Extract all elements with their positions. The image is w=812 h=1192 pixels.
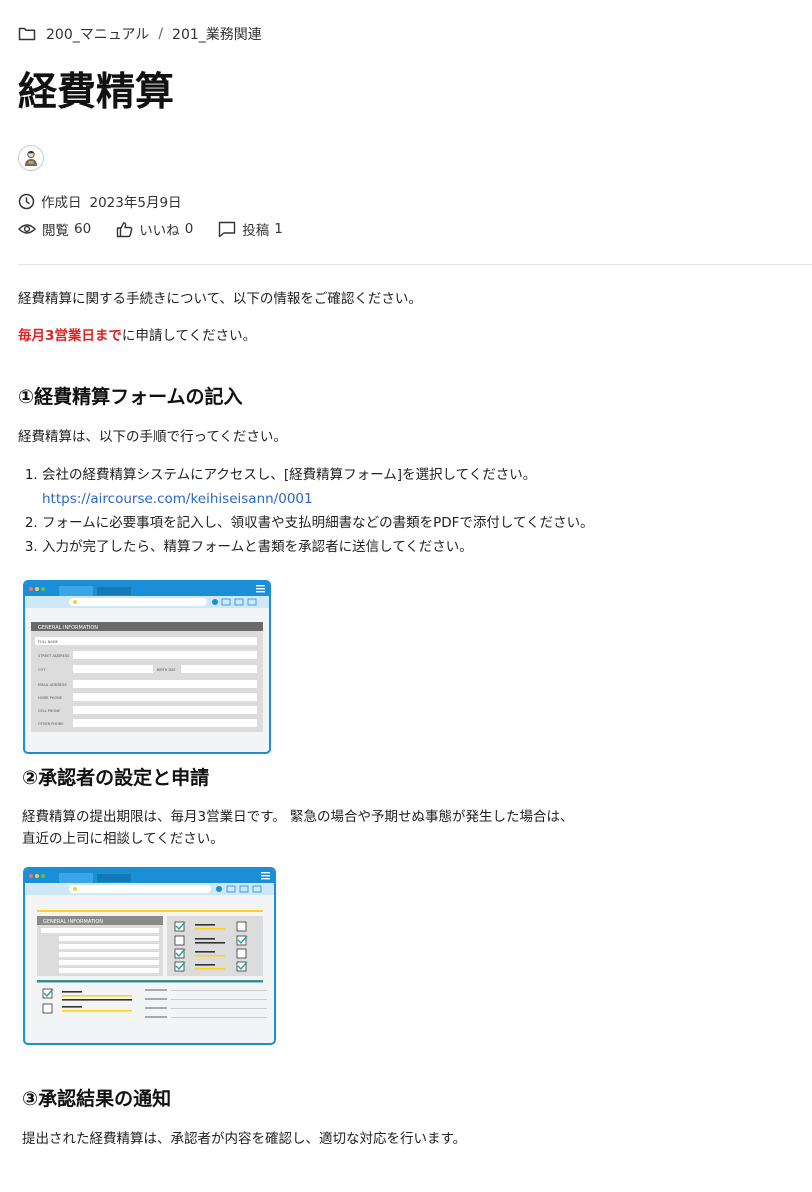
clock-icon	[18, 193, 35, 209]
form-link[interactable]: https://aircourse.com/keihiseisann/0001	[42, 491, 313, 507]
likes-count: 0	[184, 221, 194, 237]
divider	[18, 264, 812, 265]
form-field-label: HOME PHONE	[38, 696, 62, 700]
thumbs-up-icon	[116, 221, 133, 237]
like-button[interactable]: いいね 0	[116, 219, 193, 239]
browser-window-illustration: GENERAL INFORMATION	[25, 869, 274, 1018]
section2-heading: ②承認者の設定と申請	[22, 767, 210, 789]
comments-stat[interactable]: 投稿 1	[218, 219, 283, 239]
form-field-label: FULL NAME	[38, 640, 58, 644]
intro-text: 経費精算に関する手続きについて、以下の情報をご確認ください。	[18, 291, 422, 307]
section3-heading: ③承認結果の通知	[22, 1088, 172, 1110]
posts-count: 1	[274, 221, 283, 237]
views-label: 閲覧	[42, 223, 69, 239]
views-stat: 閲覧 60	[18, 219, 91, 239]
breadcrumb-item-manual[interactable]: 200_マニュアル	[46, 24, 149, 44]
step-item: 会社の経費精算システムにアクセスし、[経費精算フォーム]を選択してください。 h…	[42, 463, 802, 511]
posts-label: 投稿	[242, 223, 270, 239]
approval-screenshot-image: GENERAL INFORMATION	[23, 867, 276, 1045]
form-title: GENERAL INFORMATION	[38, 625, 98, 631]
section3-text: 提出された経費精算は、承認者が内容を確認し、適切な対応を行います。	[22, 1131, 467, 1147]
section1-lead: 経費精算は、以下の手順で行ってください。	[18, 429, 287, 445]
page-title: 経費精算	[18, 70, 175, 115]
avatar[interactable]	[18, 145, 44, 171]
browser-window-illustration: GENERAL INFORMATION FULL NAME STREET ADD…	[25, 582, 269, 732]
person-illustration-icon	[25, 150, 37, 166]
form-field-label: BIRTH DAY	[157, 668, 176, 672]
deadline-rest: に申請してください。	[121, 328, 257, 344]
breadcrumb-item-business[interactable]: 201_業務関連	[172, 24, 262, 44]
form-title: GENERAL INFORMATION	[43, 919, 103, 925]
created-date: 2023年5月9日	[89, 195, 182, 211]
form-field-label: OTHER PHONE	[38, 722, 64, 726]
deadline-text: 毎月3営業日までに申請してください。	[18, 325, 256, 347]
step-text: 会社の経費精算システムにアクセスし、[経費精算フォーム]を選択してください。	[42, 467, 537, 483]
section1-steps: 会社の経費精算システムにアクセスし、[経費精算フォーム]を選択してください。 h…	[18, 463, 802, 559]
breadcrumb-separator: /	[158, 26, 164, 42]
section2-text-line1: 経費精算の提出期限は、毎月3営業日です。 緊急の場合や予期せぬ事態が発生した場合…	[22, 809, 574, 825]
form-field-label: CITY	[38, 668, 47, 672]
created-date-row: 作成日 2023年5月9日	[18, 191, 182, 211]
breadcrumb: 200_マニュアル / 201_業務関連	[18, 24, 262, 44]
step-item: 入力が完了したら、精算フォームと書類を承認者に送信してください。	[42, 535, 802, 559]
comment-icon	[219, 221, 236, 237]
likes-label: いいね	[139, 223, 180, 239]
form-field-label: STREET ADDRESS	[38, 654, 70, 658]
form-field-label: EMAIL ADDRESS	[38, 683, 67, 687]
section2-text-line2: 直近の上司に相談してください。	[22, 831, 224, 847]
eye-icon	[18, 224, 36, 234]
folder-icon	[18, 27, 36, 41]
form-screenshot-image: GENERAL INFORMATION FULL NAME STREET ADD…	[23, 580, 271, 754]
section1-heading: ①経費精算フォームの記入	[18, 386, 243, 408]
views-count: 60	[74, 221, 92, 237]
form-field-label: CELL PHONE	[38, 709, 60, 713]
deadline-emphasis: 毎月3営業日まで	[18, 328, 122, 344]
stats-row: 閲覧 60 いいね 0 投稿 1	[18, 219, 283, 239]
step-item: フォームに必要事項を記入し、領収書や支払明細書などの書類をPDFで添付してくださ…	[42, 511, 802, 535]
created-label: 作成日	[41, 195, 82, 211]
